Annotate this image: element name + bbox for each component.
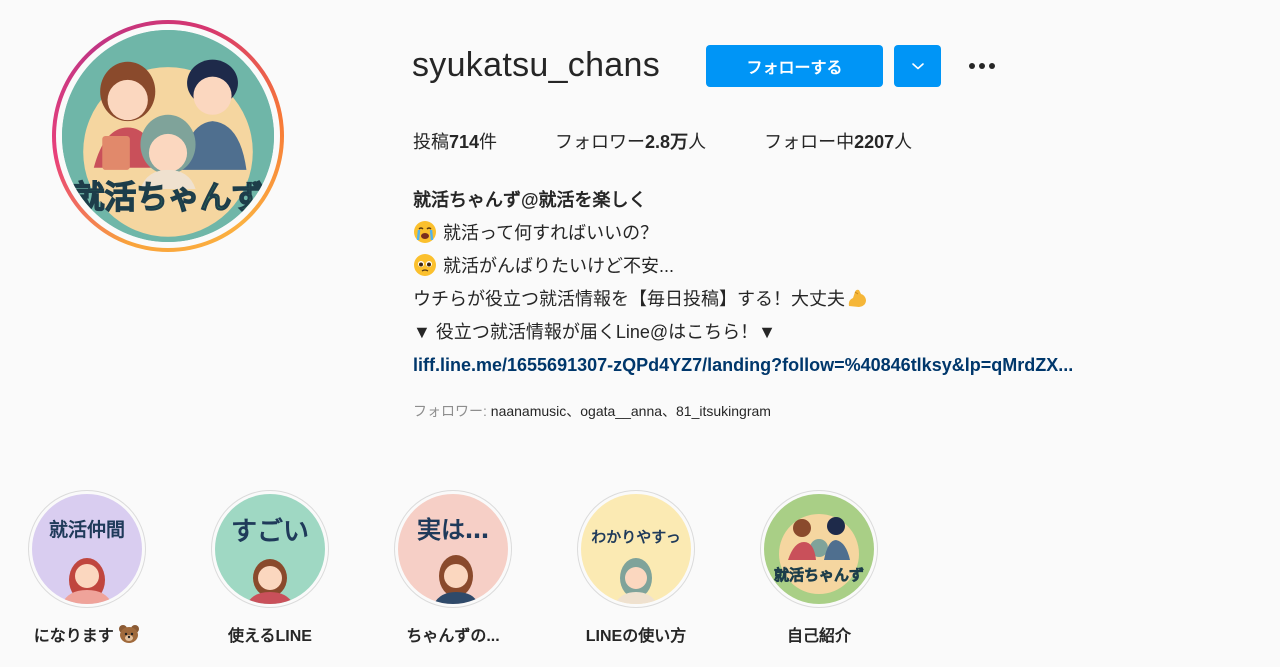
profile-bio: 就活ちゃんず@就活を楽しく 就活って何すればいいの？ 就活がんばりたいけど不安.… (413, 184, 1073, 382)
ellipsis-icon (969, 63, 995, 69)
profile-username: syukatsu_chans (412, 46, 661, 84)
highlight-cover: わかりやすっ (581, 494, 691, 604)
svg-text:わかりやすっ: わかりやすっ (591, 528, 680, 546)
highlight-item[interactable]: 実は… ちゃんずの... (394, 490, 512, 646)
profile-avatar[interactable]: 就活ちゃんず (52, 20, 284, 252)
highlight-cover: 就活ちゃんず (764, 494, 874, 604)
highlight-cover: 就活仲間 (32, 494, 142, 604)
profile-stats: 投稿714件 フォロワー2.8万人 フォロー中2207人 (413, 128, 970, 154)
profile-page: 就活ちゃんず syukatsu_chans フォローする 投稿714件 フォロワ… (0, 0, 1280, 667)
bio-line: ウチらが役立つ就活情報を【毎日投稿】する！大丈夫 (413, 283, 1073, 316)
bio-line: 就活がんばりたいけど不安... (413, 250, 1073, 283)
highlight-cover: すごい (215, 494, 325, 604)
highlight-label: になります (28, 622, 146, 646)
highlight-label: 使えるLINE (228, 628, 312, 645)
bio-external-link[interactable]: liff.line.me/1655691307-zQPd4YZ7/landing… (413, 355, 1073, 375)
svg-text:すごい: すごい (231, 516, 309, 547)
highlight-label: LINEの使い方 (585, 628, 687, 645)
crying-face-icon (413, 220, 439, 244)
bio-line: ▼ 役立つ就活情報が届くLine@はこちら！▼ (413, 322, 776, 342)
highlight-label: 自己紹介 (786, 628, 851, 645)
suggested-dropdown-button[interactable] (894, 45, 941, 87)
posts-count: 投稿714件 (413, 132, 498, 152)
svg-text:就活仲間: 就活仲間 (49, 518, 125, 541)
chevron-down-icon (911, 63, 924, 70)
pleading-face-icon (413, 253, 439, 277)
avatar-title-text: 就活ちゃんず (73, 179, 264, 216)
more-options-button[interactable] (962, 52, 1002, 80)
followed-by[interactable]: フォロワー: naanamusic、ogata__anna、81_itsukin… (413, 401, 771, 421)
following-link[interactable]: フォロー中2207人 (764, 128, 912, 154)
followers-link[interactable]: フォロワー2.8万人 (555, 128, 706, 154)
bear-icon (118, 625, 140, 645)
flexed-biceps-icon (845, 286, 871, 310)
svg-text:就活ちゃんず: 就活ちゃんず (774, 566, 864, 584)
highlight-item[interactable]: わかりやすっ LINEの使い方 (577, 490, 695, 646)
highlight-item[interactable]: すごい 使えるLINE (211, 490, 329, 646)
profile-display-name: 就活ちゃんず@就活を楽しく (413, 190, 647, 210)
highlight-cover: 実は… (398, 494, 508, 604)
svg-text:実は…: 実は… (417, 516, 489, 544)
follow-button[interactable]: フォローする (706, 45, 883, 87)
bio-line: 就活って何すればいいの？ (413, 217, 1073, 250)
highlight-item[interactable]: 就活ちゃんず 自己紹介 (760, 490, 878, 646)
avatar-illustration: 就活ちゃんず (62, 30, 274, 242)
highlight-item[interactable]: 就活仲間 になります (28, 490, 146, 646)
highlight-label: ちゃんずの... (406, 628, 500, 645)
